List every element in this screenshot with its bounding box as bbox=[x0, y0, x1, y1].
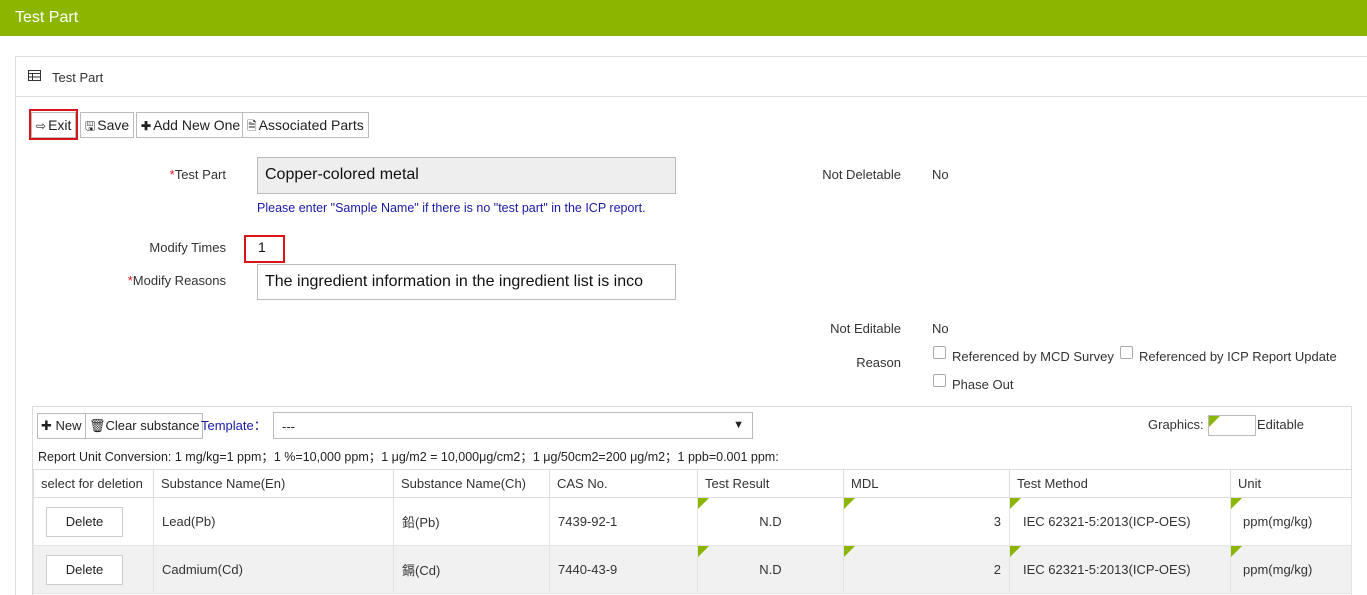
trash-icon: 🗑 bbox=[89, 418, 106, 433]
editable-triangle-icon bbox=[1010, 546, 1021, 557]
not-deletable-label: Not Deletable bbox=[822, 167, 901, 182]
column-header: MDL bbox=[843, 469, 1010, 498]
associated-label: Associated Parts bbox=[258, 117, 364, 133]
table-header-row: select for deletion Substance Name(En) S… bbox=[33, 469, 1352, 498]
mdl-cell[interactable]: 3 bbox=[843, 497, 1010, 546]
document-icon: 🗎 bbox=[247, 119, 257, 133]
unit-conversion-text: Report Unit Conversion: 1 mg/kg=1 ppm；1 … bbox=[38, 450, 779, 464]
table-row: Delete Cadmium(Cd) 鎘(Cd) 7440-43-9 N.D 2… bbox=[33, 545, 1352, 594]
mdl-cell[interactable]: 2 bbox=[843, 545, 1010, 594]
editable-triangle-icon bbox=[1209, 416, 1220, 427]
delete-button[interactable]: Delete bbox=[46, 506, 123, 537]
modify-reasons-label: *Modify Reasons bbox=[127, 273, 226, 288]
column-header: Unit bbox=[1230, 469, 1352, 498]
editable-triangle-icon bbox=[844, 546, 855, 557]
column-header: select for deletion bbox=[33, 469, 154, 498]
mcd-survey-label: Referenced by MCD Survey bbox=[952, 349, 1114, 364]
substance-name-ch: 鉛(Pb) bbox=[393, 497, 550, 546]
reason-label: Reason bbox=[856, 355, 901, 370]
editable-triangle-icon bbox=[1231, 498, 1242, 509]
column-header: Substance Name(Ch) bbox=[393, 469, 550, 498]
editable-legend-label: Editable bbox=[1257, 417, 1304, 432]
column-header: Test Method bbox=[1009, 469, 1231, 498]
panel-header: Test Part bbox=[16, 57, 1367, 97]
substance-name-en: Cadmium(Cd) bbox=[153, 545, 394, 594]
add-new-label: Add New One bbox=[153, 117, 241, 133]
test-result-cell[interactable]: N.D bbox=[697, 545, 844, 594]
test-part-label: *Test Part bbox=[169, 167, 226, 182]
exit-highlight bbox=[29, 109, 78, 140]
graphics-legend-box bbox=[1208, 415, 1256, 436]
clear-substance-button[interactable]: 🗑Clear substance bbox=[85, 413, 204, 439]
plus-icon: ✚ bbox=[141, 119, 152, 133]
save-icon: 🖫 bbox=[85, 119, 96, 133]
not-deletable-value: No bbox=[932, 167, 949, 182]
add-new-one-button[interactable]: ✚ Add New One bbox=[136, 112, 246, 138]
chevron-down-icon: ▼ bbox=[733, 419, 744, 431]
column-header: Test Result bbox=[697, 469, 844, 498]
editable-triangle-icon bbox=[1231, 546, 1242, 557]
cas-no: 7439-92-1 bbox=[549, 497, 698, 546]
window-title: Test Part bbox=[15, 9, 79, 26]
plus-icon: ✚ bbox=[41, 418, 52, 433]
cas-no: 7440-43-9 bbox=[549, 545, 698, 594]
mcd-survey-checkbox[interactable] bbox=[933, 346, 946, 359]
unit-cell[interactable]: ppm(mg/kg) bbox=[1230, 545, 1352, 594]
editable-triangle-icon bbox=[698, 546, 709, 557]
editable-triangle-icon bbox=[1010, 498, 1021, 509]
title-bar: Test Part bbox=[0, 0, 1367, 36]
not-editable-label: Not Editable bbox=[830, 321, 901, 336]
modify-reasons-input[interactable]: The ingredient information in the ingred… bbox=[257, 264, 676, 300]
test-part-input[interactable]: Copper-colored metal bbox=[257, 157, 676, 194]
phase-out-label: Phase Out bbox=[952, 377, 1014, 392]
test-method-cell[interactable]: IEC 62321-5:2013(ICP-OES) bbox=[1009, 545, 1231, 594]
column-header: CAS No. bbox=[549, 469, 698, 498]
phase-out-checkbox[interactable] bbox=[933, 374, 946, 387]
table-row: Delete Lead(Pb) 鉛(Pb) 7439-92-1 N.D 3 IE… bbox=[33, 497, 1352, 546]
delete-button[interactable]: Delete bbox=[46, 554, 123, 585]
substance-table: select for deletion Substance Name(En) S… bbox=[33, 469, 1352, 594]
template-value: --- bbox=[282, 419, 295, 434]
not-editable-value: No bbox=[932, 321, 949, 336]
substance-name-en: Lead(Pb) bbox=[153, 497, 394, 546]
new-substance-button[interactable]: ✚ New bbox=[37, 413, 86, 439]
save-button[interactable]: 🖫 Save bbox=[80, 112, 135, 138]
editable-triangle-icon bbox=[698, 498, 709, 509]
template-select[interactable]: --- ▼ bbox=[273, 412, 753, 439]
test-method-cell[interactable]: IEC 62321-5:2013(ICP-OES) bbox=[1009, 497, 1231, 546]
table-icon bbox=[28, 70, 41, 81]
column-header: Substance Name(En) bbox=[153, 469, 394, 498]
test-result-cell[interactable]: N.D bbox=[697, 497, 844, 546]
modify-times-value: 1 bbox=[258, 239, 266, 255]
unit-cell[interactable]: ppm(mg/kg) bbox=[1230, 497, 1352, 546]
template-label: Template： bbox=[201, 418, 267, 433]
modify-times-label: Modify Times bbox=[149, 240, 226, 255]
graphics-label: Graphics: bbox=[1148, 417, 1204, 432]
save-label: Save bbox=[97, 117, 130, 133]
panel-title: Test Part bbox=[52, 70, 104, 85]
test-part-hint: Please enter "Sample Name" if there is n… bbox=[257, 201, 646, 215]
substance-name-ch: 鎘(Cd) bbox=[393, 545, 550, 594]
icp-report-update-label: Referenced by ICP Report Update bbox=[1139, 349, 1337, 364]
associated-parts-button[interactable]: 🗎 Associated Parts bbox=[242, 112, 369, 138]
editable-triangle-icon bbox=[844, 498, 855, 509]
icp-report-update-checkbox[interactable] bbox=[1120, 346, 1133, 359]
